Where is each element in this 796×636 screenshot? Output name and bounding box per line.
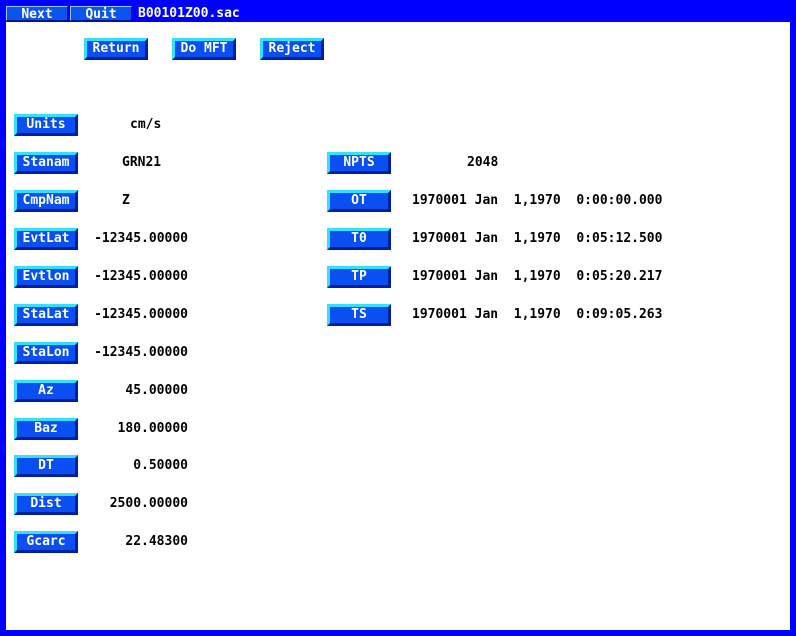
ts-button[interactable]: TS [327, 304, 391, 326]
cmpnam-value: Z [122, 193, 130, 208]
stalat-value: -12345.00000 [94, 307, 188, 322]
quit-button[interactable]: Quit [70, 6, 132, 22]
top-bar: Next Quit B00101Z00.sac [0, 0, 796, 22]
dist-value: 2500.00000 [109, 496, 188, 511]
tp-button[interactable]: TP [327, 266, 391, 288]
units-button[interactable]: Units [14, 114, 78, 136]
t0-value: 1970001 Jan 1,1970 0:05:12.500 [412, 231, 663, 246]
baz-value: 180.00000 [117, 421, 188, 436]
stanam-button[interactable]: Stanam [14, 152, 78, 174]
ts-value: 1970001 Jan 1,1970 0:09:05.263 [412, 307, 663, 322]
evtlon-value: -12345.00000 [94, 269, 188, 284]
dt-value: 0.50000 [133, 458, 188, 473]
stalon-button[interactable]: StaLon [14, 342, 78, 364]
dt-button[interactable]: DT [14, 455, 78, 477]
baz-button[interactable]: Baz [14, 418, 78, 440]
az-button[interactable]: Az [14, 380, 78, 402]
stalon-value: -12345.00000 [94, 345, 188, 360]
evtlat-value: -12345.00000 [94, 231, 188, 246]
ot-value: 1970001 Jan 1,1970 0:00:00.000 [412, 193, 663, 208]
stanam-value: GRN21 [122, 155, 162, 170]
return-button[interactable]: Return [84, 38, 148, 60]
tp-value: 1970001 Jan 1,1970 0:05:20.217 [412, 269, 663, 284]
npts-value: 2048 [467, 155, 499, 170]
reject-button[interactable]: Reject [260, 38, 324, 60]
dist-button[interactable]: Dist [14, 493, 78, 515]
evtlon-button[interactable]: Evtlon [14, 266, 78, 288]
next-button[interactable]: Next [6, 6, 68, 22]
file-name: B00101Z00.sac [134, 6, 794, 21]
evtlat-button[interactable]: EvtLat [14, 228, 78, 250]
do-mft-button[interactable]: Do MFT [172, 38, 236, 60]
az-value: 45.00000 [125, 383, 188, 398]
gcarc-button[interactable]: Gcarc [14, 531, 78, 553]
gcarc-value: 22.48300 [125, 534, 188, 549]
npts-button[interactable]: NPTS [327, 152, 391, 174]
t0-button[interactable]: T0 [327, 228, 391, 250]
cmpnam-button[interactable]: CmpNam [14, 190, 78, 212]
stalat-button[interactable]: StaLat [14, 304, 78, 326]
ot-button[interactable]: OT [327, 190, 391, 212]
units-value: cm/s [130, 117, 162, 132]
